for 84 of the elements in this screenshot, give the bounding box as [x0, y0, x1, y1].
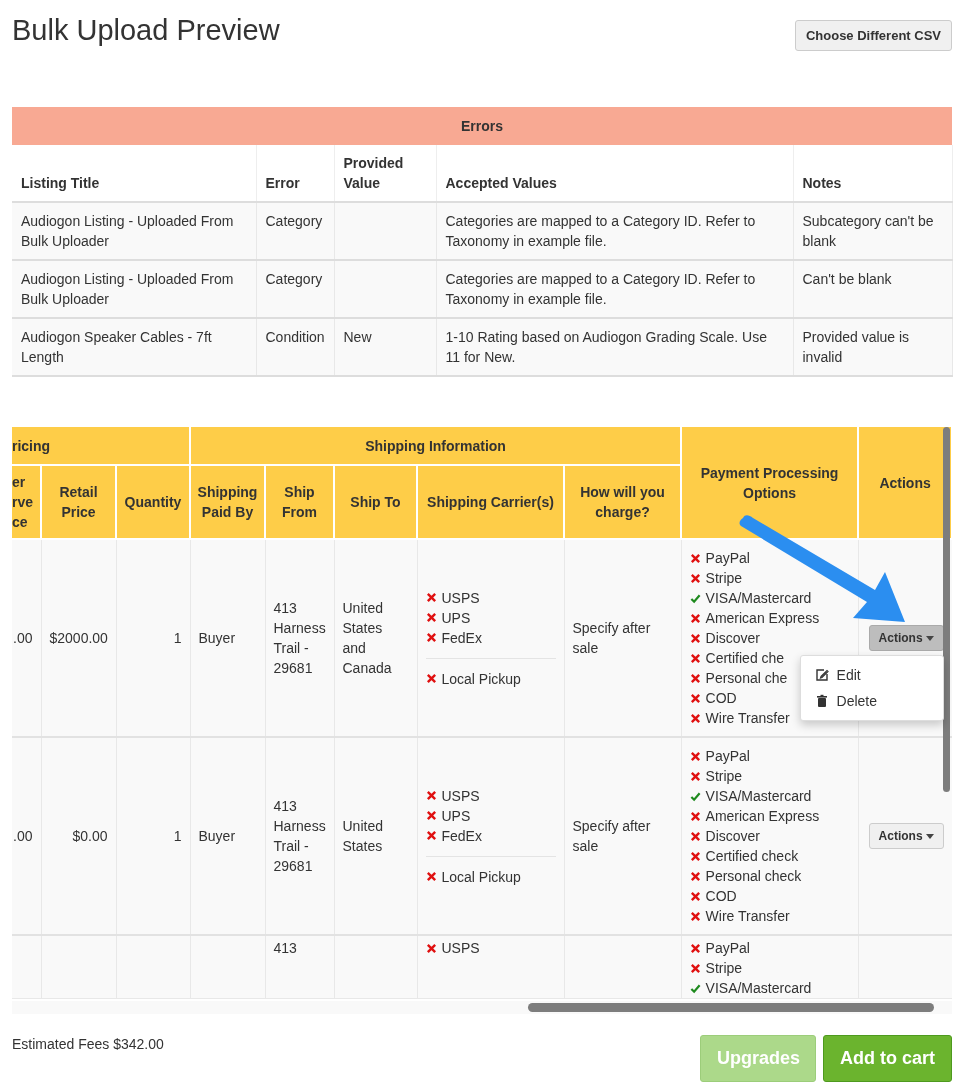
actions-dropdown-button[interactable]: Actions: [868, 823, 944, 849]
table-cell: Category: [256, 202, 334, 260]
estimated-fees: Estimated Fees $342.00: [12, 1036, 164, 1052]
carrier-label: UPS: [441, 608, 471, 628]
carrier-label: USPS: [441, 939, 480, 958]
menu-item[interactable]: Edit: [800, 662, 943, 688]
table-cell: Category: [256, 260, 334, 318]
payment-label: Wire Transfer: [705, 907, 790, 926]
payment-label: American Express: [705, 609, 820, 628]
actions-dropdown-button[interactable]: Actions: [868, 625, 944, 651]
payment-label: Certified che: [705, 649, 785, 668]
table-cell: Categories are mapped to a Category ID. Refer to Taxonomy in example file.: [436, 260, 793, 318]
table-cell: Provided value is invalid: [793, 318, 952, 376]
carrier-label: FedEx: [441, 628, 482, 648]
errors-title: Errors: [12, 107, 952, 145]
payment-label: VISA/Mastercard: [705, 979, 812, 998]
table-cell: Condition: [256, 318, 334, 376]
caret-icon: [925, 833, 934, 839]
payment-label: Certified check: [705, 847, 799, 866]
table-cell: Buyer: [198, 630, 236, 646]
column-header: er rve ce: [12, 474, 34, 530]
carrier-label: Local Pickup: [441, 669, 521, 689]
table-cell: 413 Harness Trail - 29681: [273, 798, 326, 874]
payment-label: Wire Transfer: [705, 709, 790, 728]
table-cell: 1: [173, 828, 182, 844]
group-header: ricing: [12, 437, 51, 454]
payment-label: PayPal: [705, 747, 750, 766]
column-header: Ship From: [282, 484, 317, 520]
table-cell: Subcategory can't be blank: [793, 202, 952, 260]
table-cell: Buyer: [198, 828, 236, 844]
payment-label: Stripe: [705, 569, 743, 588]
payment-label: Stripe: [705, 959, 743, 978]
carrier-label: FedEx: [441, 826, 482, 846]
payment-label: Discover: [705, 629, 761, 648]
payment-label: American Express: [705, 807, 820, 826]
column-header: Shipping Paid By: [197, 484, 258, 520]
table-cell: .00: [13, 630, 33, 646]
column-header: Retail Price: [59, 484, 98, 520]
caret-icon: [925, 635, 934, 641]
table-cell: New: [334, 318, 436, 376]
payment-label: VISA/Mastercard: [705, 589, 812, 608]
payment-label: COD: [705, 689, 737, 708]
table-cell: .00: [13, 828, 33, 844]
column-header: Shipping Carrier(s): [427, 494, 554, 510]
payment-label: Personal check: [705, 867, 802, 886]
table-cell: Audiogon Speaker Cables - 7ft Length: [12, 318, 256, 376]
choose-csv-button[interactable]: Choose Different CSV: [794, 20, 952, 51]
scrollbar-thumb[interactable]: [528, 1003, 934, 1012]
group-header: Shipping Information: [365, 437, 506, 454]
carrier-label: USPS: [441, 786, 480, 806]
table-cell: Can't be blank: [793, 260, 952, 318]
pencil-icon: [814, 668, 829, 682]
table-cell: $2000.00: [49, 630, 108, 646]
table-cell: Audiogon Listing - Uploaded From Bulk Uploader: [12, 260, 256, 318]
column-header: Actions: [879, 474, 931, 491]
payment-label: Personal che: [705, 669, 788, 688]
payment-label: Stripe: [705, 767, 743, 786]
table-cell: United States: [342, 818, 383, 854]
page-title: Bulk Upload Preview: [12, 13, 280, 48]
table-cell: Specify after sale: [572, 818, 651, 854]
column-header: Ship To: [350, 494, 401, 510]
payment-label: PayPal: [705, 939, 750, 958]
table-cell: 1: [173, 630, 182, 646]
column-header: How will you charge?: [580, 484, 665, 520]
payment-label: PayPal: [705, 549, 750, 568]
payment-label: COD: [705, 887, 737, 906]
table-cell: 1-10 Rating based on Audiogon Grading Scale. Use 11 for New.: [436, 318, 793, 376]
scrollbar-thumb[interactable]: [943, 427, 950, 792]
payment-label: Discover: [705, 827, 761, 846]
column-header: Payment Processing Options: [700, 464, 839, 501]
table-cell: Categories are mapped to a Category ID. Refer to Taxonomy in example file.: [436, 202, 793, 260]
table-cell: Specify after sale: [572, 620, 651, 656]
table-cell: Audiogon Listing - Uploaded From Bulk Uploader: [12, 202, 256, 260]
carrier-label: USPS: [441, 588, 480, 608]
table-cell: $0.00: [72, 828, 108, 844]
carrier-label: UPS: [441, 806, 471, 826]
trash-icon: [814, 694, 829, 708]
column-header: Quantity: [124, 494, 182, 510]
table-cell: United States and Canada: [342, 600, 392, 676]
payment-label: VISA/Mastercard: [705, 787, 812, 806]
menu-item[interactable]: Delete: [800, 688, 943, 714]
table-cell: 413: [273, 940, 297, 956]
carrier-label: Local Pickup: [441, 867, 521, 887]
table-cell: 413 Harness Trail - 29681: [273, 600, 326, 676]
